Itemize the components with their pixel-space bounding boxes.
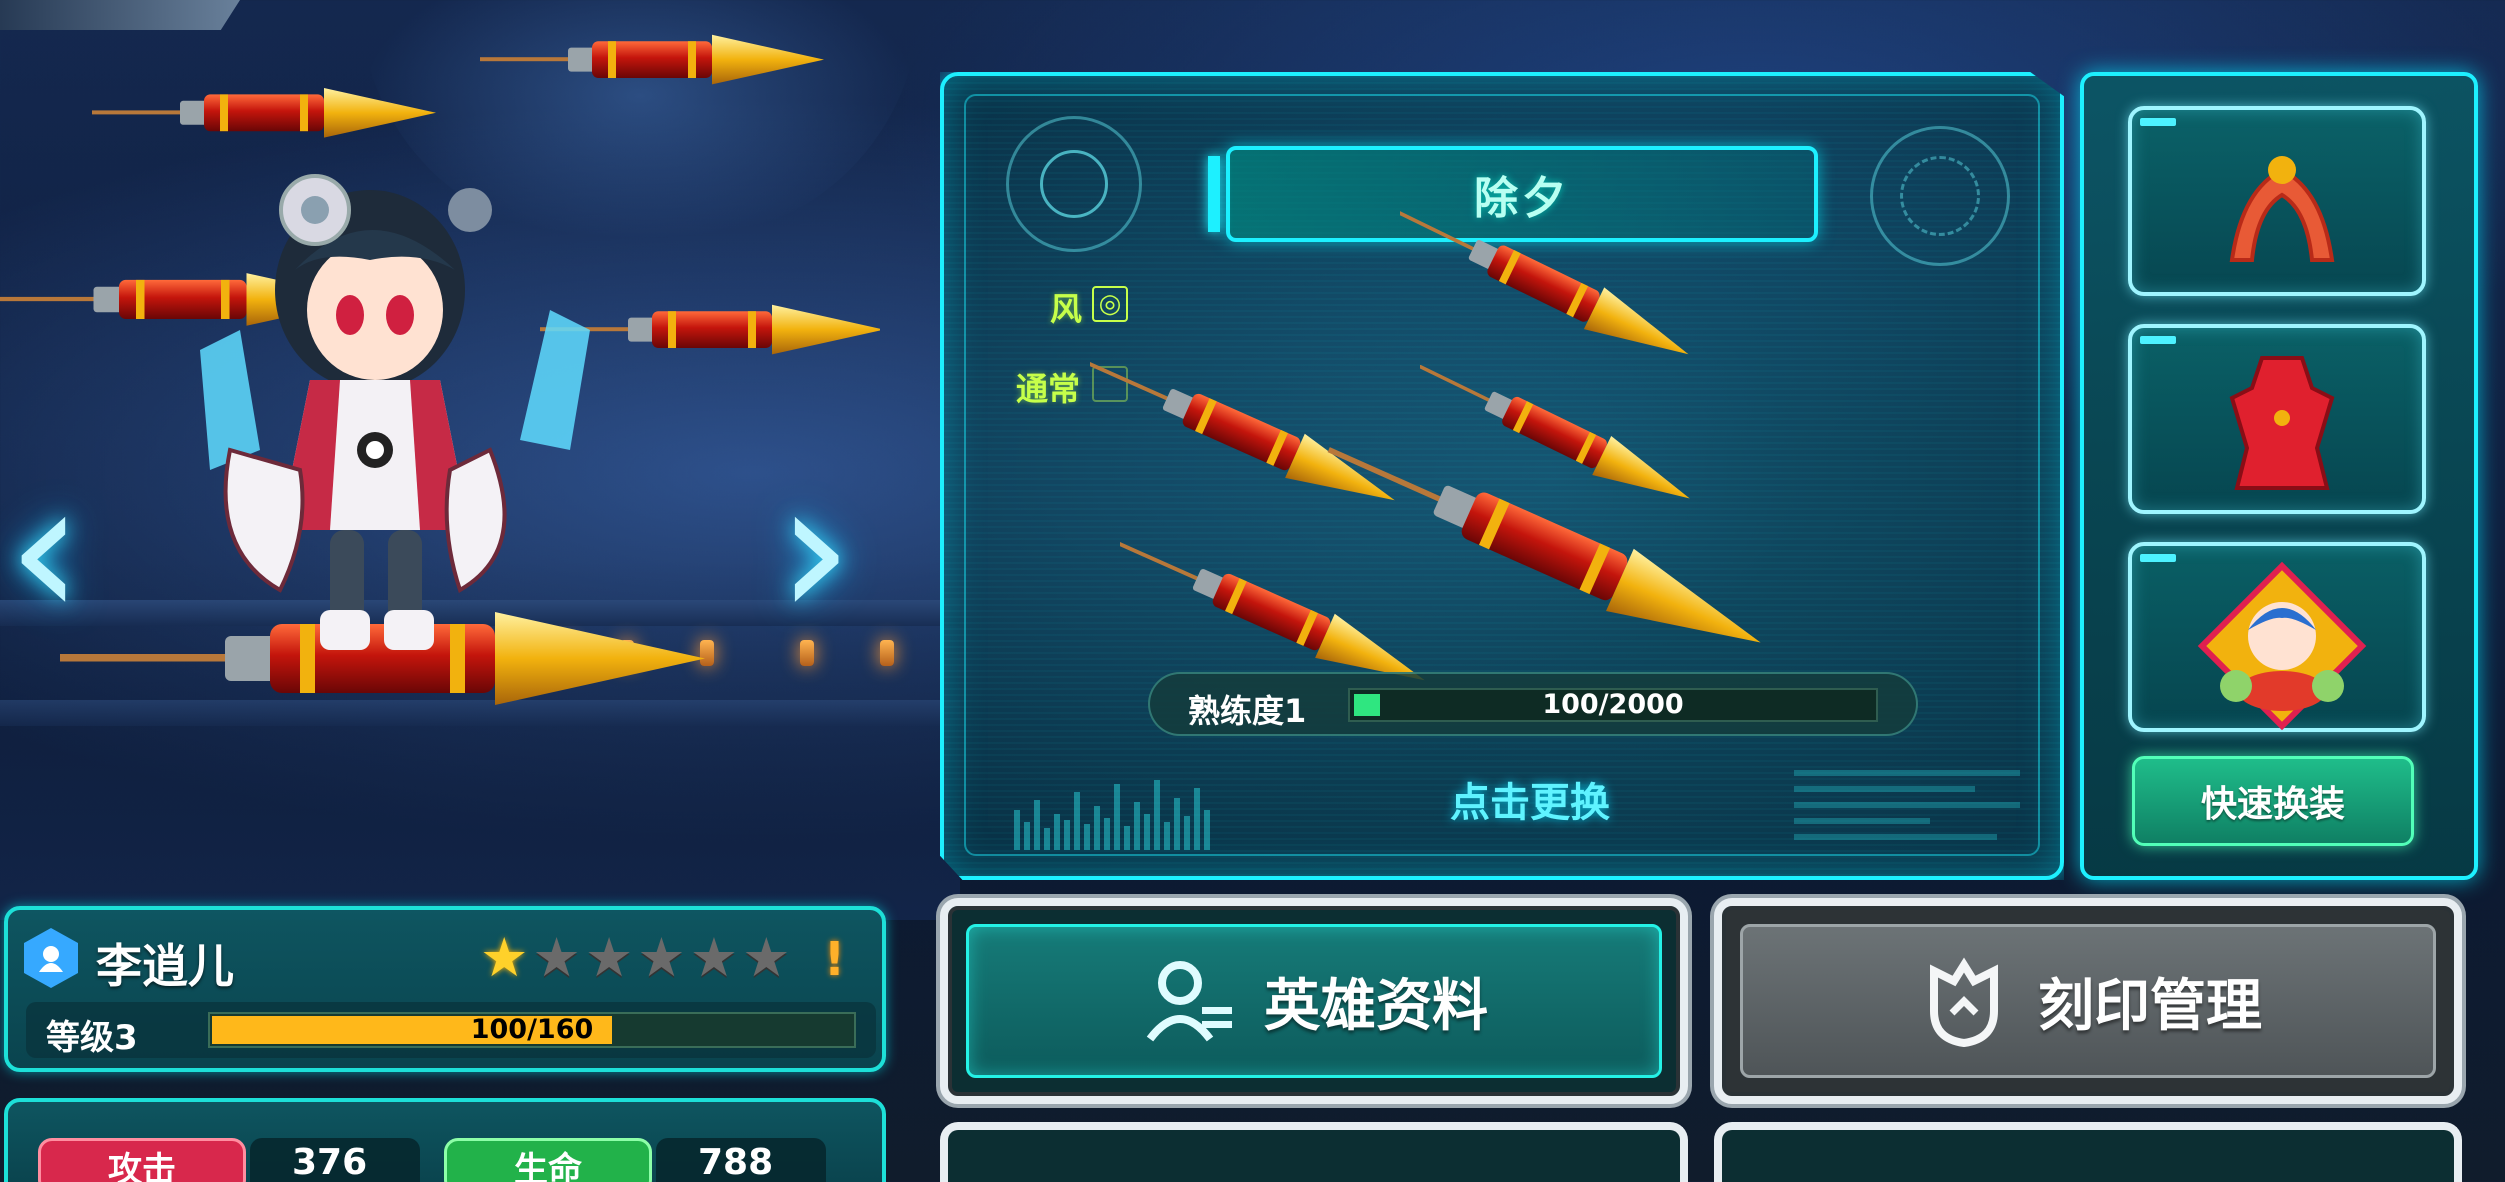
hero-character-sprite (200, 174, 590, 650)
imprint-shield-icon (1930, 957, 1998, 1048)
imprint-manage-button-label: 刻印管理 (2038, 973, 2262, 1039)
star-empty-icon: ★ (584, 926, 634, 989)
proficiency-bar: 熟练度1 100/2000 (1148, 672, 1918, 736)
attack-stat-label: 攻击 (38, 1138, 246, 1182)
proficiency-value: 100/2000 (1542, 689, 1684, 720)
character-portrait-icon (2197, 561, 2367, 731)
proficiency-track: 100/2000 (1348, 688, 1878, 722)
equipment-slot-portrait[interactable] (2128, 542, 2426, 732)
hero-level-row: 等级3 100/160 (26, 1002, 876, 1058)
weapon-name-accent (1208, 156, 1220, 232)
hero-warning-icon[interactable]: ! (824, 932, 845, 986)
weapon-attack-type-label: 通常 (1016, 370, 1081, 408)
hero-profile-icon (1146, 961, 1232, 1042)
exp-track: 100/160 (208, 1012, 856, 1048)
star-empty-icon: ★ (532, 926, 581, 989)
quick-equip-button[interactable]: 快速换装 (2132, 756, 2414, 846)
rocket-sprite (480, 34, 824, 85)
hero-class-icon (24, 928, 78, 988)
hero-name: 李逍儿 (96, 939, 234, 993)
hero-level-label: 等级3 (46, 1018, 138, 1058)
change-weapon-button[interactable]: 点击更换 (1380, 770, 1680, 828)
lines-decoration (1794, 770, 2020, 850)
top-hud-strip (0, 0, 240, 30)
wind-element-icon: ◎ (1092, 286, 1128, 322)
hero-info-button[interactable]: 英雄资料 (940, 898, 1688, 1104)
hp-stat-label: 生命 (444, 1138, 652, 1182)
hero-info-panel: 李逍儿 ★ ★ ★ ★ ★ ★ ! 等级3 100/160 (4, 906, 886, 1072)
ribbon-scroll-icon (2229, 156, 2335, 262)
bottom-button-partial[interactable] (940, 1122, 1688, 1182)
star-filled-icon: ★ (480, 926, 529, 989)
star-empty-icon: ★ (742, 926, 791, 989)
radar-decoration-icon (1040, 150, 1108, 218)
star-empty-icon: ★ (689, 926, 739, 989)
weapon-attribute-label: 风 (1050, 290, 1083, 328)
attack-stat-value: 376 (292, 1142, 368, 1182)
next-hero-arrow-icon[interactable]: › (770, 455, 860, 645)
bottom-button-partial[interactable] (1714, 1122, 2462, 1182)
star-empty-icon: ★ (637, 926, 686, 989)
imprint-manage-button-face: 刻印管理 (1740, 924, 2436, 1078)
gear-decoration-icon (1900, 156, 1980, 236)
proficiency-label: 熟练度1 (1188, 692, 1307, 730)
imprint-manage-button[interactable]: 刻印管理 (1714, 898, 2462, 1104)
rocket-sprite (92, 88, 436, 138)
red-dress-icon (2229, 356, 2335, 490)
hero-info-button-face: 英雄资料 (966, 924, 1662, 1078)
background-light (880, 640, 894, 666)
equipment-slot-costume[interactable] (2128, 324, 2426, 514)
equipment-slot-accessory[interactable] (2128, 106, 2426, 296)
hp-stat-value: 788 (698, 1142, 774, 1182)
equalizer-decoration (1014, 770, 1210, 850)
previous-hero-arrow-icon[interactable]: ‹ (0, 455, 90, 645)
hero-star-rating: ★ ★ ★ ★ ★ ★ (480, 928, 791, 988)
exp-value: 100/160 (470, 1014, 594, 1045)
hero-info-button-label: 英雄资料 (1264, 973, 1488, 1039)
